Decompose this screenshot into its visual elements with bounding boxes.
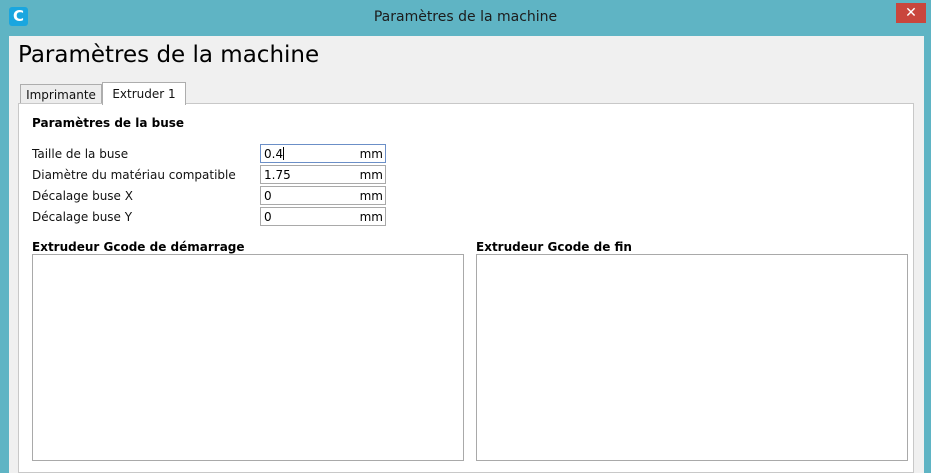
nozzle-offset-y-unit: mm	[359, 210, 383, 224]
tab-extruder-1[interactable]: Extruder 1	[102, 82, 186, 105]
dialog-body: Paramètres de la machine Imprimante Extr…	[9, 36, 924, 473]
nozzle-size-unit: mm	[359, 147, 383, 161]
end-gcode-title: Extrudeur Gcode de fin	[476, 240, 632, 254]
end-gcode-textarea[interactable]	[476, 254, 908, 461]
extruder-settings-panel: Paramètres de la buse Taille de la buse …	[18, 103, 914, 473]
material-diameter-value: 1.75	[264, 168, 291, 182]
nozzle-offset-x-input[interactable]: 0 mm	[260, 186, 386, 205]
page-title: Paramètres de la machine	[18, 42, 320, 68]
nozzle-size-input[interactable]: 0.4 mm	[260, 144, 386, 163]
nozzle-offset-y-label: Décalage buse Y	[32, 210, 133, 224]
nozzle-offset-x-unit: mm	[359, 189, 383, 203]
nozzle-offset-y-value: 0	[264, 210, 272, 224]
nozzle-size-label: Taille de la buse	[32, 147, 129, 161]
close-button[interactable]: ✕	[896, 3, 926, 23]
nozzle-offset-y-input[interactable]: 0 mm	[260, 207, 386, 226]
material-diameter-label: Diamètre du matériau compatible	[32, 168, 236, 182]
window-title: Paramètres de la machine	[373, 9, 558, 25]
title-bar: C Paramètres de la machine ✕	[0, 0, 931, 36]
start-gcode-title: Extrudeur Gcode de démarrage	[32, 240, 245, 254]
material-diameter-input[interactable]: 1.75 mm	[260, 165, 386, 184]
start-gcode-textarea[interactable]	[32, 254, 464, 461]
nozzle-size-value: 0.4	[264, 147, 285, 161]
tab-imprimante[interactable]: Imprimante	[20, 84, 102, 105]
material-diameter-unit: mm	[359, 168, 383, 182]
nozzle-offset-x-value: 0	[264, 189, 272, 203]
nozzle-settings-title: Paramètres de la buse	[32, 116, 185, 130]
nozzle-offset-x-label: Décalage buse X	[32, 189, 133, 203]
text-caret	[283, 147, 285, 160]
